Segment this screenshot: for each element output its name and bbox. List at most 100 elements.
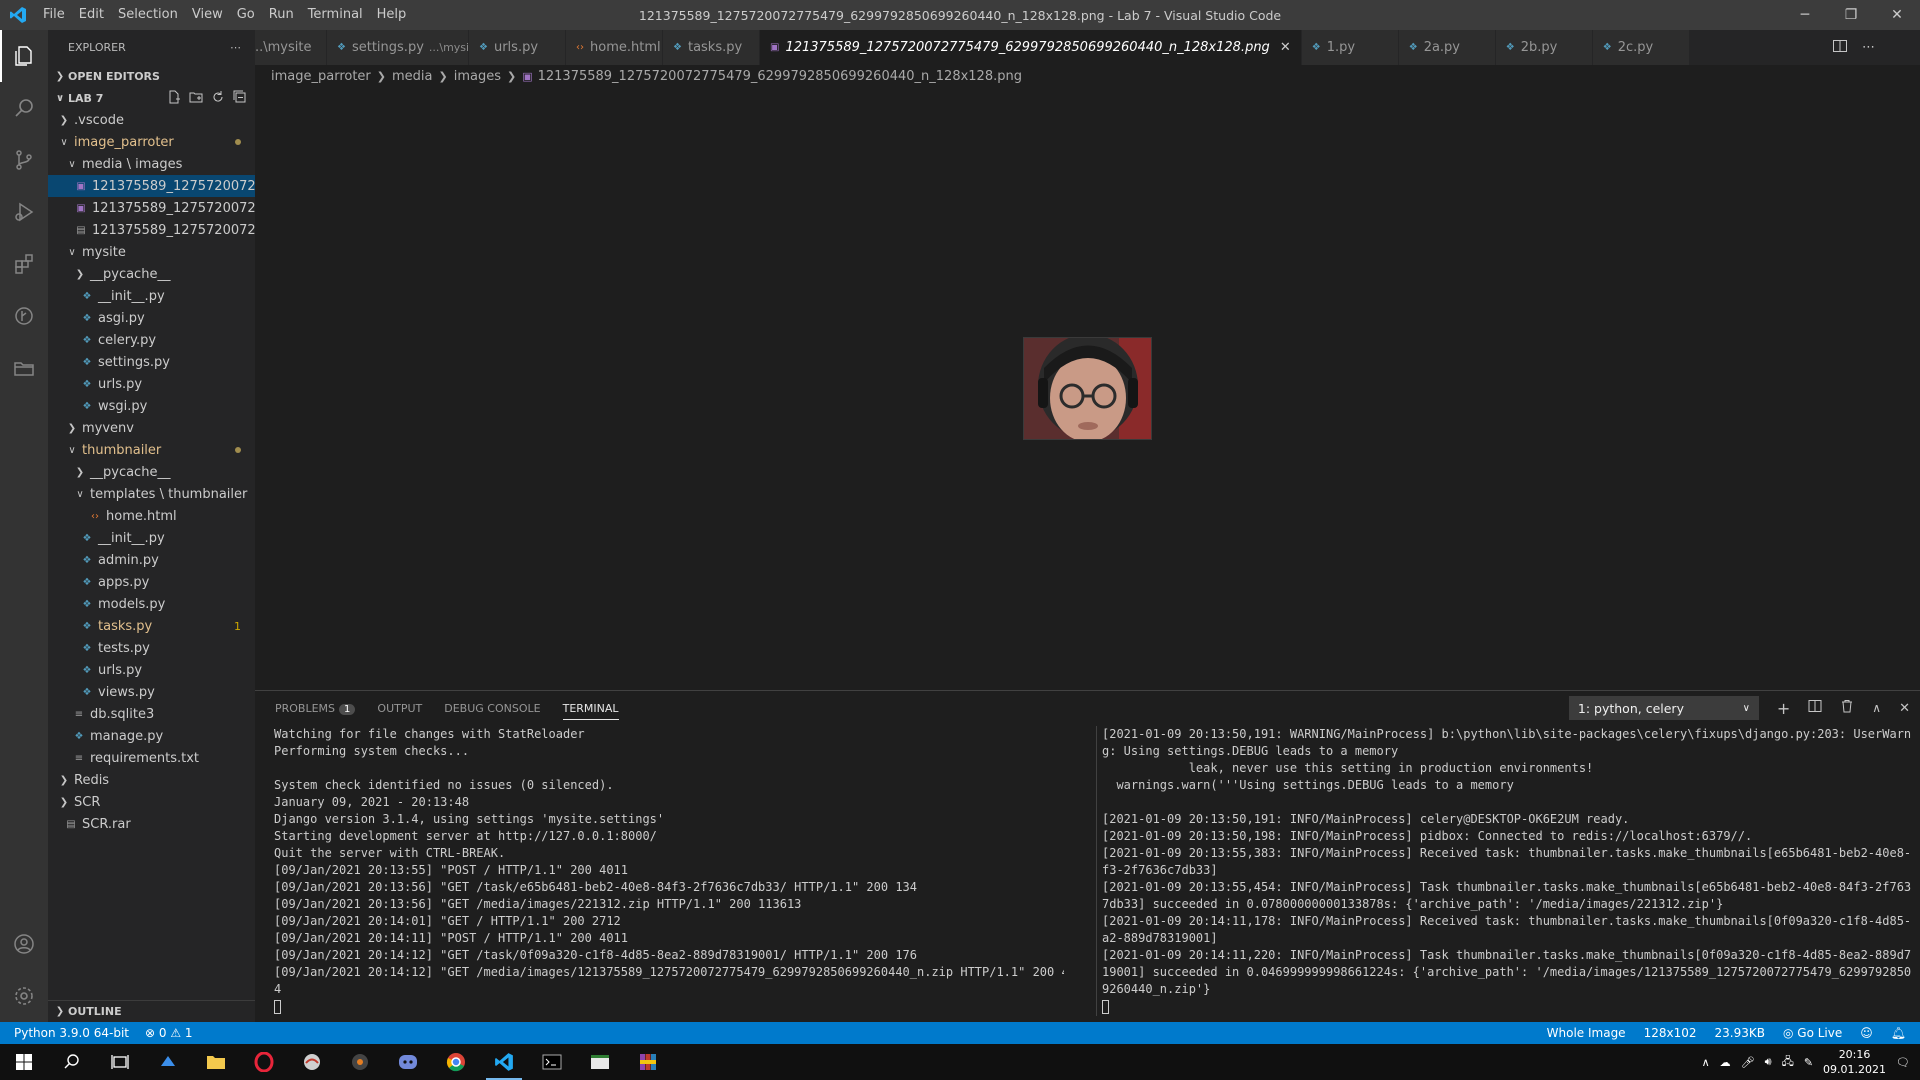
file-tree-item[interactable]: ∨ thumbnailer [48, 439, 255, 461]
new-folder-icon[interactable] [189, 90, 203, 107]
file-explorer-icon[interactable] [192, 1044, 240, 1080]
tab-terminal[interactable]: TERMINAL [562, 702, 619, 720]
menu-file[interactable]: File [36, 0, 72, 30]
new-terminal-icon[interactable]: + [1777, 699, 1790, 718]
menu-edit[interactable]: Edit [72, 0, 111, 30]
terminal-pane-celery[interactable]: [2021-01-09 20:13:50,191: WARNING/MainPr… [1096, 726, 1911, 1016]
taskbar-search-icon[interactable] [48, 1044, 96, 1080]
file-tree-item[interactable]: ❯ myvenv [48, 417, 255, 439]
tray-chevron-up-icon[interactable]: ∧ [1702, 1056, 1710, 1069]
editor-tab[interactable]: ❖ tasks.py [663, 30, 760, 65]
vscode-logo-icon[interactable] [0, 0, 36, 30]
file-tree-item[interactable]: ▣ 121375589_12757200727... [48, 175, 255, 197]
project-manager-icon[interactable] [0, 342, 48, 394]
file-tree-item[interactable]: ❖ tasks.py 1 [48, 615, 255, 637]
onedrive-cloud-icon[interactable]: ☁ [1720, 1056, 1731, 1069]
task-view-icon[interactable] [96, 1044, 144, 1080]
file-tree-item[interactable]: ❖ urls.py [48, 659, 255, 681]
git-history-icon[interactable] [0, 290, 48, 342]
file-tree-item[interactable]: ≡ db.sqlite3 [48, 703, 255, 725]
python-interpreter-status[interactable]: Python 3.9.0 64-bit [14, 1026, 129, 1040]
extensions-icon[interactable] [0, 238, 48, 290]
go-live-button[interactable]: ◎ Go Live [1783, 1026, 1842, 1040]
close-window-button[interactable]: ✕ [1874, 0, 1920, 30]
editor-tab[interactable]: ❖ settings.py ...\mysite [327, 30, 480, 65]
app-bird-icon[interactable] [288, 1044, 336, 1080]
file-tree-item[interactable]: ❯ Redis [48, 769, 255, 791]
editor-tab[interactable]: ❖ urls.py [469, 30, 566, 65]
feedback-icon[interactable]: ☺ [1860, 1026, 1873, 1040]
image-preview[interactable] [1023, 337, 1152, 440]
file-tree-item[interactable]: ∨ mysite [48, 241, 255, 263]
menu-go[interactable]: Go [230, 0, 262, 30]
chrome-icon[interactable] [432, 1044, 480, 1080]
menu-help[interactable]: Help [370, 0, 414, 30]
editor-tab[interactable]: ‹› home.html [566, 30, 663, 65]
image-zoom-status[interactable]: Whole Image [1547, 1026, 1626, 1040]
more-actions-icon[interactable]: ⋯ [230, 41, 241, 54]
terminal-app-icon[interactable] [528, 1044, 576, 1080]
file-tree-item[interactable]: ∨ templates \ thumbnailer [48, 483, 255, 505]
file-tree-item[interactable]: ❖ models.py [48, 593, 255, 615]
file-tree-item[interactable]: ▣ 121375589_12757200727... [48, 197, 255, 219]
file-tree-item[interactable]: ❖ celery.py [48, 329, 255, 351]
split-terminal-icon[interactable] [1808, 699, 1822, 717]
explorer-icon[interactable] [0, 30, 48, 82]
file-tree-item[interactable]: ‹› home.html [48, 505, 255, 527]
editor-tab[interactable]: ❖ 2b.py [1495, 30, 1593, 65]
editor-tab[interactable]: ❖ 1.py [1301, 30, 1399, 65]
file-tree-item[interactable]: ▤ SCR.rar [48, 813, 255, 835]
new-file-icon[interactable] [167, 90, 181, 107]
close-panel-icon[interactable]: ✕ [1899, 701, 1910, 716]
file-tree-item[interactable]: ❖ urls.py [48, 373, 255, 395]
refresh-icon[interactable] [211, 90, 225, 107]
app-green-window-icon[interactable] [576, 1044, 624, 1080]
outline-section[interactable]: ❯ OUTLINE [48, 1000, 255, 1022]
microphone-icon[interactable]: 🎤︎ [1741, 1056, 1755, 1069]
file-tree-item[interactable]: ❯ __pycache__ [48, 263, 255, 285]
file-tree-item[interactable]: ❖ tests.py [48, 637, 255, 659]
file-tree-item[interactable]: ❖ views.py [48, 681, 255, 703]
discord-icon[interactable] [384, 1044, 432, 1080]
file-tree-item[interactable]: ∨ media \ images [48, 153, 255, 175]
file-tree-item[interactable]: ❯ SCR [48, 791, 255, 813]
search-icon[interactable] [0, 82, 48, 134]
file-tree-item[interactable]: ❖ wsgi.py [48, 395, 255, 417]
close-tab-icon[interactable]: ✕ [1280, 40, 1291, 55]
open-editors-section[interactable]: ❯ OPEN EDITORS [48, 65, 255, 87]
menu-selection[interactable]: Selection [111, 0, 185, 30]
workspace-section[interactable]: ∨ LAB 7 [48, 87, 255, 109]
editor-tab[interactable]: ..\mysite [255, 30, 327, 65]
accounts-icon[interactable] [0, 918, 48, 970]
windows-start-icon[interactable] [0, 1044, 48, 1080]
file-tree-item[interactable]: ❯ __pycache__ [48, 461, 255, 483]
file-tree-item[interactable]: ▤ 121375589_12757200727... [48, 219, 255, 241]
volume-icon[interactable]: 🔊︎ [1765, 1055, 1772, 1069]
settings-gear-icon[interactable] [0, 970, 48, 1022]
restore-button[interactable]: ❐ [1828, 0, 1874, 30]
menu-view[interactable]: View [185, 0, 230, 30]
file-tree-item[interactable]: ❯ .vscode [48, 109, 255, 131]
notifications-bell-icon[interactable]: 🔔︎ [1891, 1026, 1906, 1040]
breadcrumb-item[interactable]: media [392, 69, 433, 84]
file-tree-item[interactable]: ❖ admin.py [48, 549, 255, 571]
breadcrumb-item[interactable]: image_parroter [271, 69, 371, 84]
vscode-taskbar-icon[interactable] [480, 1044, 528, 1080]
action-center-icon[interactable]: 🗨︎ [1896, 1056, 1910, 1069]
more-actions-icon[interactable]: ⋯ [1862, 40, 1875, 55]
trash-icon[interactable] [1840, 699, 1854, 717]
winrar-icon[interactable] [624, 1044, 672, 1080]
chevron-up-icon[interactable]: ∧ [1872, 701, 1881, 715]
tab-problems[interactable]: PROBLEMS 1 [275, 702, 356, 715]
file-tree-item[interactable]: ❖ __init__.py [48, 285, 255, 307]
menu-run[interactable]: Run [262, 0, 301, 30]
collapse-all-icon[interactable] [233, 90, 247, 107]
breadcrumb-item[interactable]: 121375589_1275720072775479_6299792850699… [538, 69, 1022, 84]
file-tree-item[interactable]: ≡ requirements.txt [48, 747, 255, 769]
file-tree-item[interactable]: ∨ image_parroter [48, 131, 255, 153]
tab-debug-console[interactable]: DEBUG CONSOLE [444, 702, 540, 715]
opera-icon[interactable] [240, 1044, 288, 1080]
editor-tab[interactable]: ▣ 121375589_1275720072775479_629979285069… [760, 30, 1302, 65]
file-tree-item[interactable]: ❖ __init__.py [48, 527, 255, 549]
run-debug-icon[interactable] [0, 186, 48, 238]
